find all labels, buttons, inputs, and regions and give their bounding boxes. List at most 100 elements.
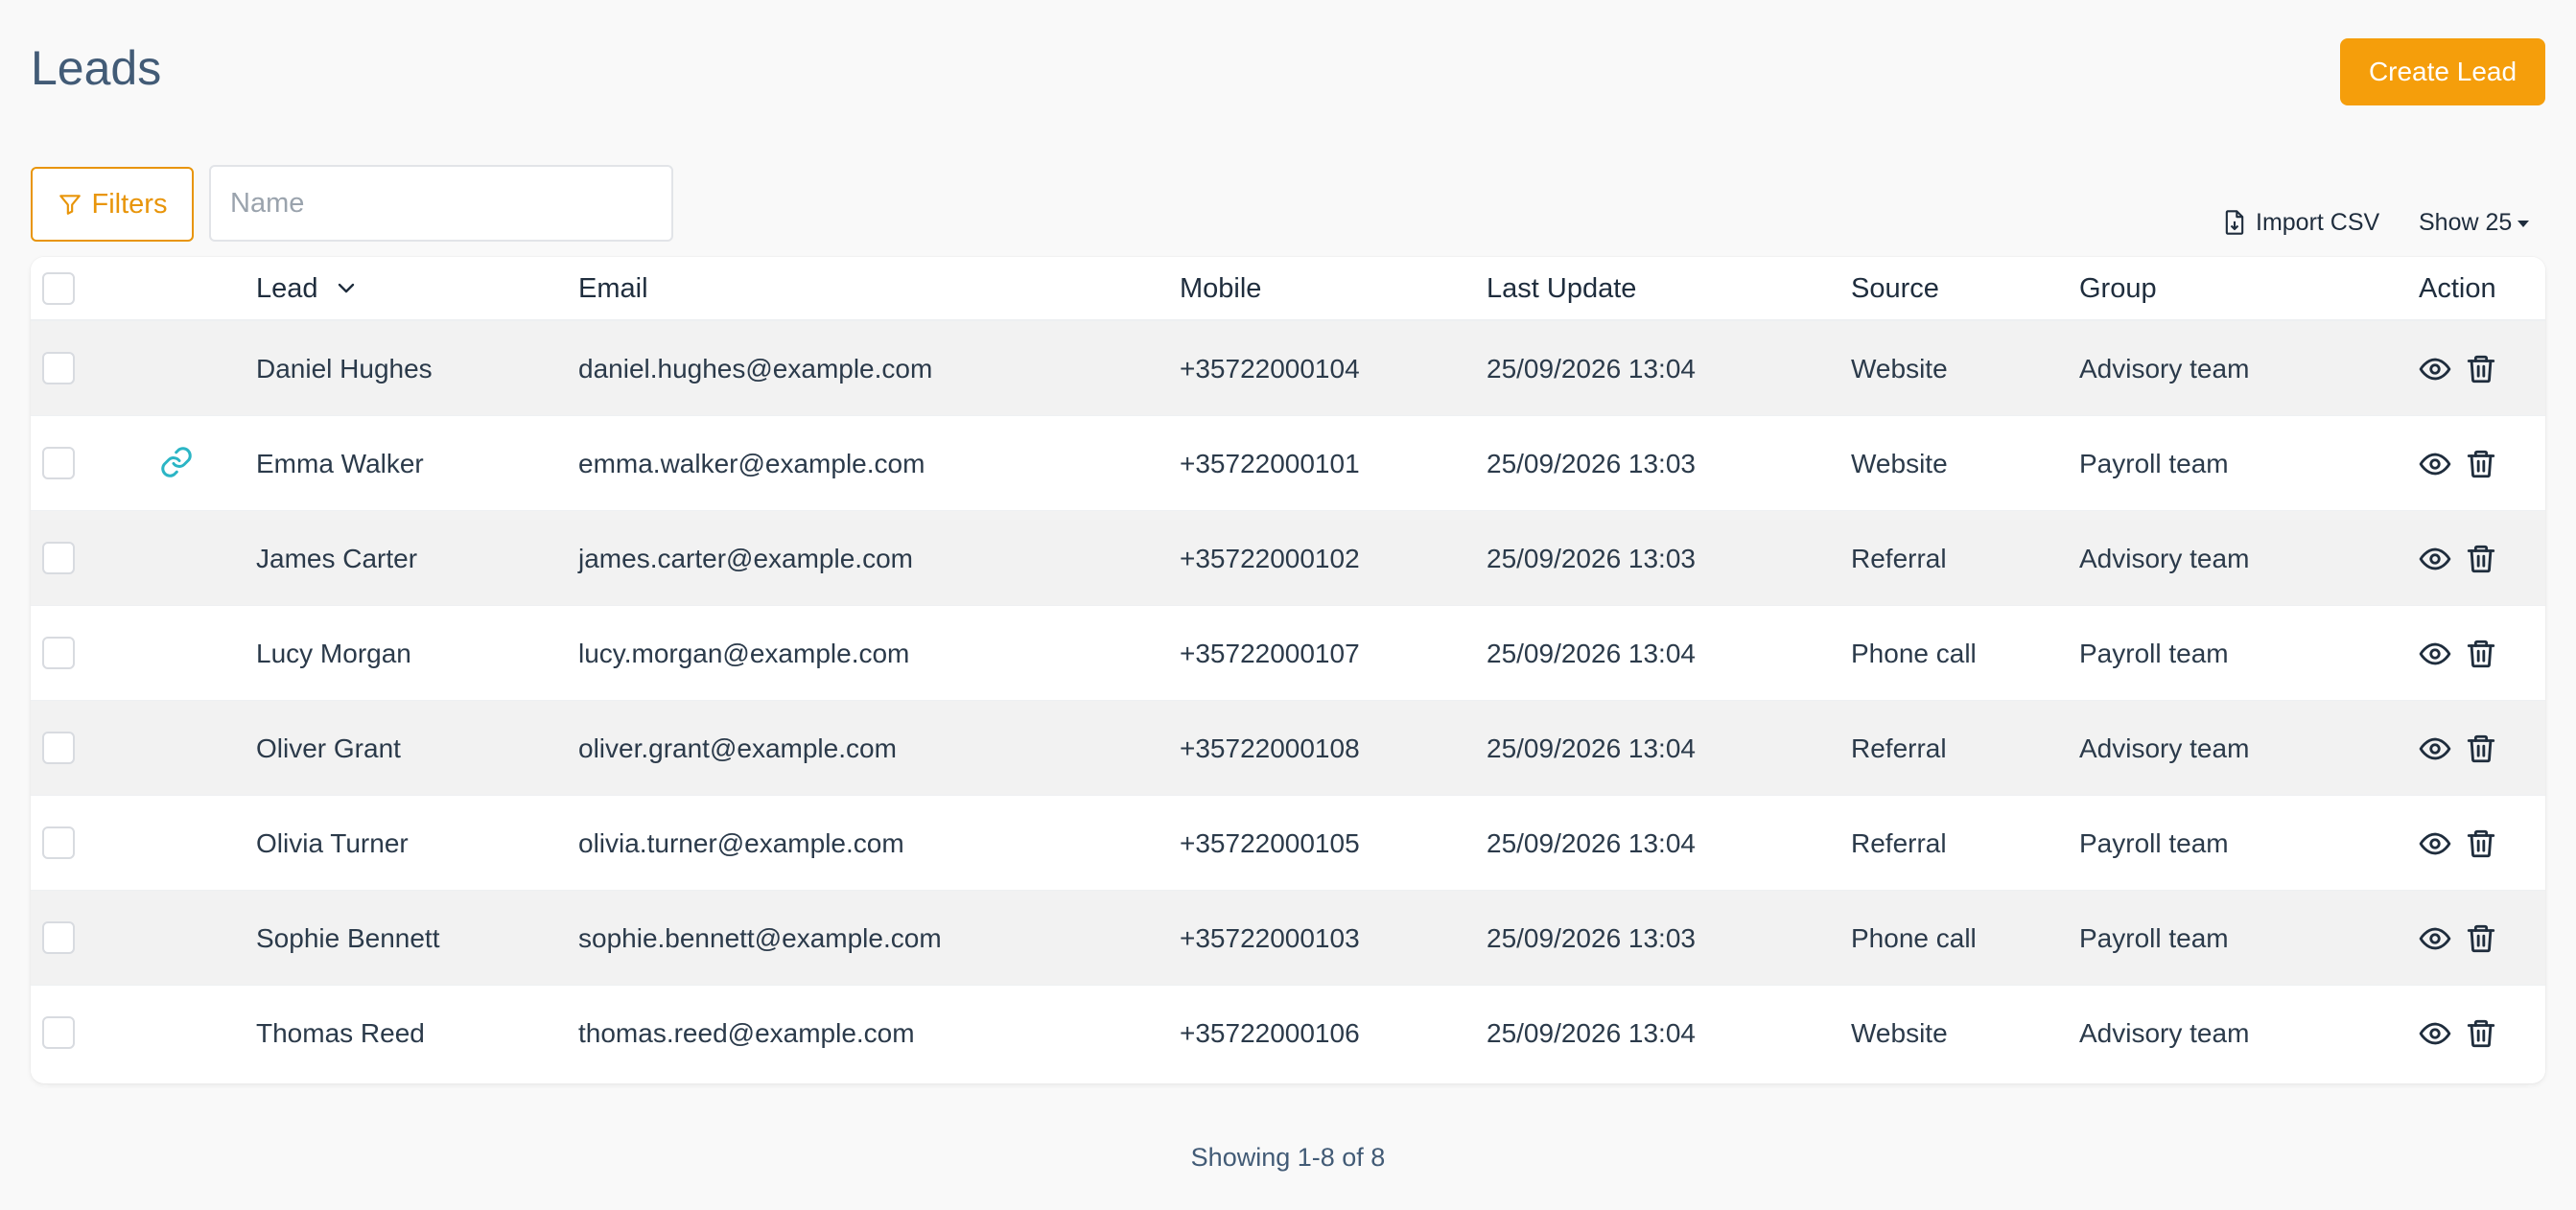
- lead-group: Payroll team: [2079, 827, 2229, 858]
- row-checkbox[interactable]: [42, 542, 75, 574]
- lead-group: Advisory team: [2079, 1017, 2250, 1048]
- column-header-lead[interactable]: Lead: [256, 257, 357, 320]
- lead-email: james.carter@example.com: [578, 543, 913, 573]
- lead-email: oliver.grant@example.com: [578, 733, 897, 763]
- eye-icon[interactable]: [2419, 543, 2451, 575]
- lead-last-update: 25/09/2026 13:04: [1487, 827, 1696, 858]
- lead-source: Referral: [1851, 827, 1947, 858]
- lead-last-update: 25/09/2026 13:03: [1487, 922, 1696, 953]
- select-all-checkbox[interactable]: [42, 272, 75, 305]
- table-row[interactable]: Sophie Bennett sophie.bennett@example.co…: [31, 890, 2545, 985]
- row-actions: [2419, 986, 2497, 1081]
- lead-name[interactable]: Sophie Bennett: [256, 891, 440, 986]
- lead-source: Phone call: [1851, 922, 1977, 953]
- lead-source: Referral: [1851, 543, 1947, 573]
- column-header-last-update: Last Update: [1487, 272, 1637, 304]
- row-checkbox[interactable]: [42, 732, 75, 764]
- lead-group: Payroll team: [2079, 448, 2229, 478]
- lead-mobile: +35722000103: [1180, 922, 1360, 953]
- filters-button[interactable]: Filters: [31, 167, 194, 242]
- lead-name[interactable]: Oliver Grant: [256, 701, 401, 796]
- lead-mobile: +35722000102: [1180, 543, 1360, 573]
- lead-name[interactable]: Lucy Morgan: [256, 606, 411, 701]
- row-checkbox[interactable]: [42, 1016, 75, 1049]
- row-checkbox[interactable]: [42, 826, 75, 859]
- filter-icon: [59, 195, 81, 215]
- lead-name[interactable]: Daniel Hughes: [256, 321, 433, 416]
- table-header: Lead Email Mobile Last Update Source Gro…: [31, 257, 2545, 320]
- trash-icon[interactable]: [2465, 733, 2497, 765]
- table-row[interactable]: Emma Walker emma.walker@example.com +357…: [31, 415, 2545, 510]
- import-csv-label: Import CSV: [2256, 208, 2380, 236]
- trash-icon[interactable]: [2465, 922, 2497, 955]
- lead-name[interactable]: Olivia Turner: [256, 796, 409, 891]
- trash-icon[interactable]: [2465, 1017, 2497, 1050]
- eye-icon[interactable]: [2419, 353, 2451, 385]
- trash-icon[interactable]: [2465, 353, 2497, 385]
- lead-last-update: 25/09/2026 13:04: [1487, 638, 1696, 668]
- lead-mobile: +35722000104: [1180, 353, 1360, 384]
- column-header-action: Action: [2419, 272, 2496, 304]
- table-row[interactable]: Thomas Reed thomas.reed@example.com +357…: [31, 985, 2545, 1080]
- name-search-input[interactable]: [209, 165, 673, 242]
- lead-last-update: 25/09/2026 13:03: [1487, 543, 1696, 573]
- row-actions: [2419, 606, 2497, 701]
- column-header-group: Group: [2079, 272, 2157, 304]
- eye-icon[interactable]: [2419, 922, 2451, 955]
- column-header-source: Source: [1851, 272, 1939, 304]
- row-actions: [2419, 511, 2497, 606]
- file-import-icon: [2225, 210, 2244, 235]
- lead-group: Advisory team: [2079, 543, 2250, 573]
- table-body: Daniel Hughes daniel.hughes@example.com …: [31, 320, 2545, 1080]
- trash-icon[interactable]: [2465, 827, 2497, 860]
- row-checkbox[interactable]: [42, 352, 75, 384]
- lead-name[interactable]: James Carter: [256, 511, 417, 606]
- eye-icon[interactable]: [2419, 733, 2451, 765]
- lead-email: emma.walker@example.com: [578, 448, 925, 478]
- lead-source: Website: [1851, 448, 1948, 478]
- lead-mobile: +35722000106: [1180, 1017, 1360, 1048]
- lead-email: sophie.bennett@example.com: [578, 922, 942, 953]
- lead-mobile: +35722000101: [1180, 448, 1360, 478]
- chevron-down-icon: [338, 283, 354, 293]
- eye-icon[interactable]: [2419, 638, 2451, 670]
- row-actions: [2419, 321, 2497, 416]
- eye-icon[interactable]: [2419, 827, 2451, 860]
- lead-email: daniel.hughes@example.com: [578, 353, 933, 384]
- import-csv-button[interactable]: Import CSV: [2223, 203, 2379, 242]
- lead-last-update: 25/09/2026 13:03: [1487, 448, 1696, 478]
- row-actions: [2419, 701, 2497, 796]
- lead-group: Payroll team: [2079, 638, 2229, 668]
- show-count-dropdown[interactable]: Show 25: [2419, 203, 2530, 242]
- create-lead-button[interactable]: Create Lead: [2340, 38, 2545, 105]
- lead-email: thomas.reed@example.com: [578, 1017, 915, 1048]
- row-checkbox[interactable]: [42, 921, 75, 954]
- column-header-mobile: Mobile: [1180, 272, 1262, 304]
- lead-group: Payroll team: [2079, 922, 2229, 953]
- lead-name[interactable]: Emma Walker: [256, 416, 424, 511]
- lead-name[interactable]: Thomas Reed: [256, 986, 425, 1081]
- trash-icon[interactable]: [2465, 448, 2497, 480]
- row-checkbox[interactable]: [42, 447, 75, 479]
- lead-last-update: 25/09/2026 13:04: [1487, 1017, 1696, 1048]
- table-row[interactable]: Oliver Grant oliver.grant@example.com +3…: [31, 700, 2545, 795]
- lead-mobile: +35722000107: [1180, 638, 1360, 668]
- trash-icon[interactable]: [2465, 543, 2497, 575]
- table-row[interactable]: Lucy Morgan lucy.morgan@example.com +357…: [31, 605, 2545, 700]
- lead-last-update: 25/09/2026 13:04: [1487, 733, 1696, 763]
- table-row[interactable]: Daniel Hughes daniel.hughes@example.com …: [31, 320, 2545, 415]
- lead-email: lucy.morgan@example.com: [578, 638, 910, 668]
- lead-source: Website: [1851, 353, 1948, 384]
- table-row[interactable]: Olivia Turner olivia.turner@example.com …: [31, 795, 2545, 890]
- leads-table: Lead Email Mobile Last Update Source Gro…: [31, 257, 2545, 1083]
- table-row[interactable]: James Carter james.carter@example.com +3…: [31, 510, 2545, 605]
- link-icon[interactable]: [159, 445, 194, 479]
- row-checkbox[interactable]: [42, 637, 75, 669]
- lead-email: olivia.turner@example.com: [578, 827, 904, 858]
- trash-icon[interactable]: [2465, 638, 2497, 670]
- eye-icon[interactable]: [2419, 448, 2451, 480]
- column-header-email: Email: [578, 272, 648, 304]
- show-count-label: Show 25: [2419, 208, 2513, 236]
- lead-mobile: +35722000108: [1180, 733, 1360, 763]
- eye-icon[interactable]: [2419, 1017, 2451, 1050]
